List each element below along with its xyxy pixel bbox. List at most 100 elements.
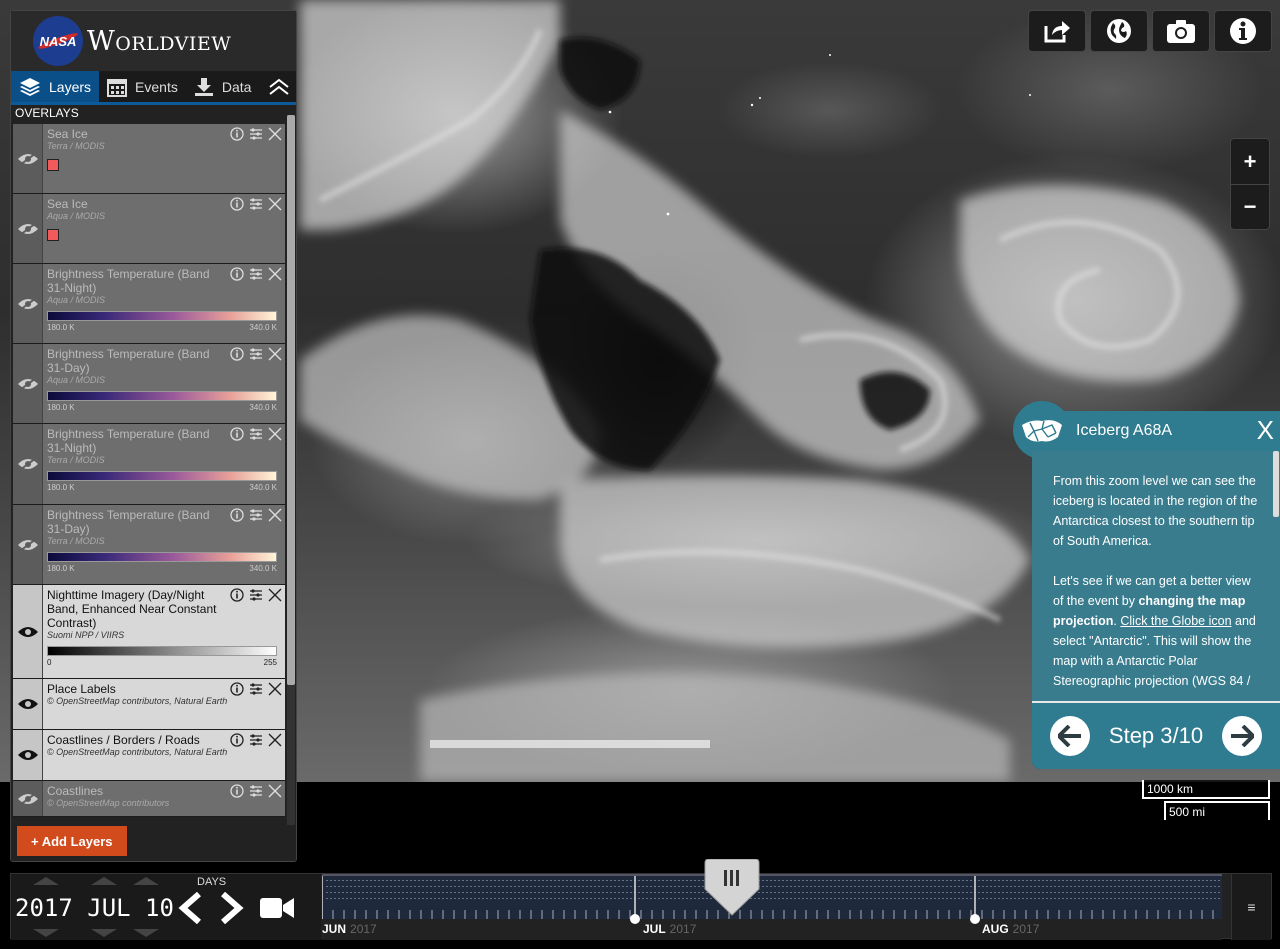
timeline-tick [970, 880, 972, 881]
month-down-arrow-icon[interactable] [91, 929, 117, 937]
timeline-tick [1174, 892, 1176, 893]
share-button[interactable] [1028, 10, 1086, 52]
timeline-tick [850, 898, 852, 899]
timeline-date-handle[interactable] [703, 859, 761, 917]
settings-sliders-icon[interactable] [249, 427, 263, 441]
info-icon[interactable] [230, 347, 244, 361]
tour-scrollbar[interactable] [1272, 451, 1280, 701]
day-down-arrow-icon[interactable] [133, 929, 159, 937]
close-icon[interactable] [268, 267, 282, 281]
layer-row[interactable]: Place Labels © OpenStreetMap contributors… [13, 679, 285, 730]
tour-scroll-thumb[interactable] [1273, 451, 1279, 517]
layer-row[interactable]: Brightness Temperature (Band 31-Day) Aqua… [13, 344, 285, 424]
timeline-tick [818, 892, 820, 893]
close-icon[interactable] [268, 682, 282, 696]
close-icon[interactable] [268, 427, 282, 441]
settings-sliders-icon[interactable] [249, 508, 263, 522]
layer-visibility-toggle[interactable] [13, 585, 43, 678]
layer-row[interactable]: Brightness Temperature (Band 31-Day) Terr… [13, 505, 285, 585]
timeline-zoom-level[interactable]: DAYS [197, 876, 226, 888]
month-label-jul[interactable]: JUL 2017 [643, 922, 696, 936]
layer-visibility-toggle[interactable] [13, 505, 43, 584]
layer-visibility-toggle[interactable] [13, 679, 43, 729]
info-icon[interactable] [230, 784, 244, 798]
layer-list-scrollbar[interactable] [287, 115, 295, 825]
video-camera-icon[interactable] [259, 896, 295, 920]
month-up-arrow-icon[interactable] [91, 877, 117, 885]
info-icon[interactable] [230, 682, 244, 696]
info-button[interactable] [1214, 10, 1272, 52]
layer-visibility-toggle[interactable] [13, 781, 43, 816]
layer-row[interactable]: Brightness Temperature (Band 31-Night) Te… [13, 424, 285, 505]
layer-row[interactable]: Nighttime Imagery (Day/Night Band, Enhan… [13, 585, 285, 679]
year-up-arrow-icon[interactable] [33, 877, 59, 885]
info-icon[interactable] [230, 733, 244, 747]
collapse-sidebar-button[interactable] [262, 71, 296, 102]
layer-visibility-toggle[interactable] [13, 344, 43, 423]
info-icon[interactable] [230, 267, 244, 281]
info-icon[interactable] [230, 127, 244, 141]
close-icon[interactable] [268, 508, 282, 522]
close-icon[interactable] [268, 588, 282, 602]
tab-layers[interactable]: Layers [11, 71, 100, 102]
month-label-jun[interactable]: JUN 2017 [322, 922, 377, 936]
settings-sliders-icon[interactable] [249, 197, 263, 211]
year-down-arrow-icon[interactable] [33, 929, 59, 937]
layer-row[interactable]: Sea Ice Terra / MODIS [13, 124, 285, 194]
zoom-in-button[interactable]: + [1231, 139, 1269, 184]
settings-sliders-icon[interactable] [249, 733, 263, 747]
settings-sliders-icon[interactable] [249, 588, 263, 602]
info-icon[interactable] [230, 588, 244, 602]
next-step-button[interactable] [1222, 716, 1262, 756]
timeline-tick [674, 898, 676, 899]
timeline-tick [886, 892, 888, 893]
timeline-tick [522, 886, 524, 887]
projection-button[interactable] [1090, 10, 1148, 52]
layer-row[interactable]: Coastlines © OpenStreetMap contributors [13, 781, 285, 817]
layer-visibility-toggle[interactable] [13, 194, 43, 263]
tour-globe-link[interactable]: Click the Globe icon [1120, 614, 1231, 628]
scroll-thumb[interactable] [287, 115, 295, 685]
timeline-tick [962, 898, 964, 899]
layer-visibility-toggle[interactable] [13, 424, 43, 504]
tab-events[interactable]: Events [99, 71, 186, 102]
chevron-left-icon[interactable] [177, 892, 205, 924]
chevron-right-icon[interactable] [217, 892, 245, 924]
close-icon[interactable] [268, 127, 282, 141]
settings-sliders-icon[interactable] [249, 682, 263, 696]
tour-close-button[interactable]: X [1257, 415, 1274, 445]
settings-sliders-icon[interactable] [249, 784, 263, 798]
settings-sliders-icon[interactable] [249, 267, 263, 281]
close-icon[interactable] [268, 347, 282, 361]
timeline-tick [846, 886, 848, 887]
info-icon[interactable] [230, 427, 244, 441]
settings-sliders-icon[interactable] [249, 347, 263, 361]
layer-row[interactable]: Brightness Temperature (Band 31-Night) Aq… [13, 264, 285, 344]
timeline-tick [1074, 880, 1076, 881]
previous-step-button[interactable] [1050, 716, 1090, 756]
settings-sliders-icon[interactable] [249, 127, 263, 141]
timeline-tick [786, 898, 788, 899]
timeline-menu-button[interactable]: ≡ [1231, 874, 1271, 940]
current-date[interactable]: 2017 JUL 10 [15, 894, 174, 922]
info-icon[interactable] [230, 197, 244, 211]
timeline-tick [1082, 892, 1084, 893]
info-icon[interactable] [230, 508, 244, 522]
layer-visibility-toggle[interactable] [13, 264, 43, 343]
layer-row[interactable]: Sea Ice Aqua / MODIS [13, 194, 285, 264]
snapshot-button[interactable] [1152, 10, 1210, 52]
close-icon[interactable] [268, 784, 282, 798]
timeline-track[interactable] [321, 874, 1222, 919]
add-layers-button[interactable]: + Add Layers [17, 826, 127, 856]
timeline-tick [682, 898, 684, 899]
close-icon[interactable] [268, 197, 282, 211]
nasa-logo[interactable]: NASA [33, 16, 83, 66]
layer-visibility-toggle[interactable] [13, 124, 43, 193]
zoom-out-button[interactable]: − [1231, 184, 1269, 229]
layer-row[interactable]: Coastlines / Borders / Roads © OpenStreet… [13, 730, 285, 781]
layer-visibility-toggle[interactable] [13, 730, 43, 780]
close-icon[interactable] [268, 733, 282, 747]
month-label-aug[interactable]: AUG 2017 [982, 922, 1039, 936]
tab-data[interactable]: Data [186, 71, 260, 102]
day-up-arrow-icon[interactable] [133, 877, 159, 885]
